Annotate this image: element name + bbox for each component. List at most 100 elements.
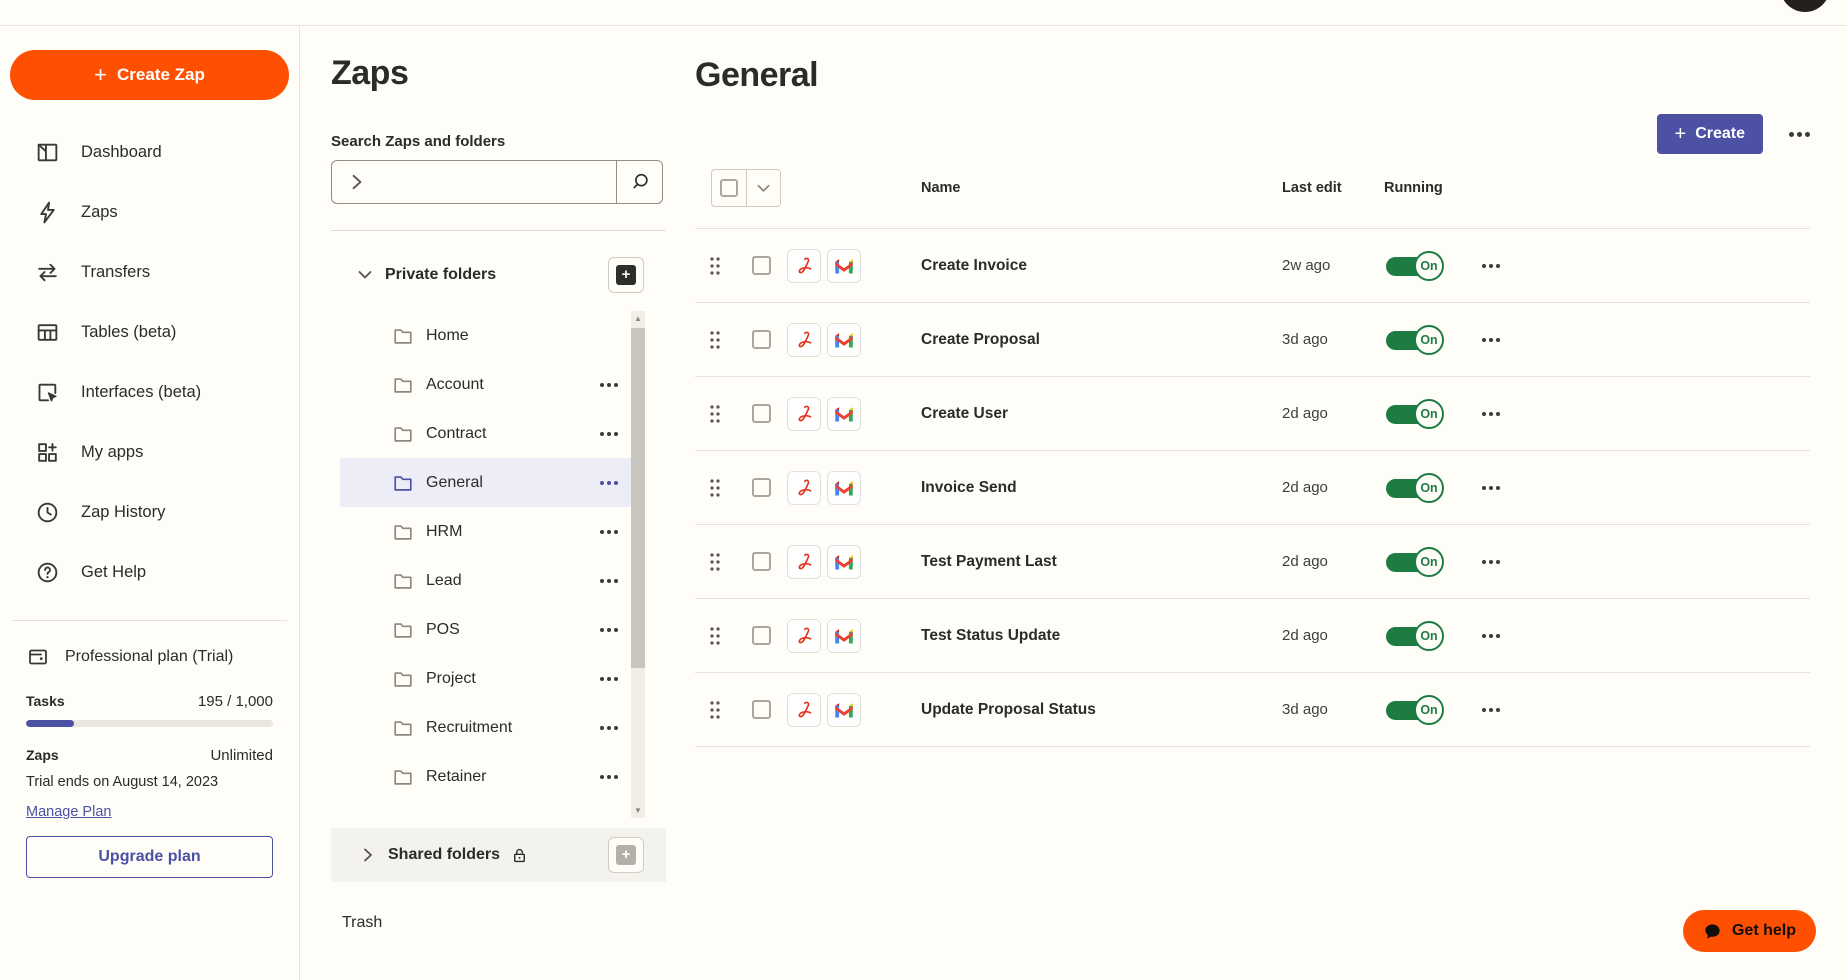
folder-item-contract[interactable]: Contract: [340, 409, 632, 458]
shared-folders-header[interactable]: Shared folders +: [331, 828, 666, 882]
folder-item-recruitment[interactable]: Recruitment: [340, 703, 632, 752]
scroll-down-arrow[interactable]: ▼: [631, 806, 645, 815]
row-checkbox[interactable]: [751, 330, 771, 349]
folder-scrollbar[interactable]: ▲ ▼: [631, 311, 645, 818]
folder-menu-dots[interactable]: [600, 431, 618, 436]
add-shared-folder-button[interactable]: +: [608, 837, 644, 873]
drag-handle-icon[interactable]: [708, 625, 722, 647]
folder-item-project[interactable]: Project: [340, 654, 632, 703]
row-checkbox[interactable]: [751, 700, 771, 719]
running-toggle[interactable]: On: [1386, 546, 1444, 577]
folder-item-lead[interactable]: Lead: [340, 556, 632, 605]
folder-item-retention[interactable]: Retention: [340, 801, 632, 819]
zap-row[interactable]: Create Proposal 3d ago On: [695, 303, 1810, 377]
drag-handle-icon[interactable]: [708, 255, 722, 277]
folder-menu-dots[interactable]: [600, 676, 618, 681]
running-toggle[interactable]: On: [1386, 694, 1444, 725]
running-toggle[interactable]: On: [1386, 324, 1444, 355]
row-checkbox[interactable]: [751, 626, 771, 645]
add-private-folder-button[interactable]: +: [608, 257, 644, 293]
drag-handle-icon[interactable]: [708, 329, 722, 351]
zap-name-link[interactable]: Test Payment Last: [921, 553, 1257, 571]
column-header-running[interactable]: Running: [1384, 180, 1474, 196]
folder-menu-dots[interactable]: [600, 774, 618, 779]
folder-actions-menu[interactable]: [1789, 131, 1810, 137]
zap-menu-dots[interactable]: [1474, 337, 1810, 342]
select-all-checkbox[interactable]: [712, 170, 746, 206]
folder-menu-dots[interactable]: [600, 382, 618, 387]
search-button[interactable]: [616, 161, 662, 203]
zap-menu-dots[interactable]: [1474, 411, 1810, 416]
drag-handle-icon[interactable]: [708, 403, 722, 425]
user-avatar[interactable]: [1780, 0, 1830, 12]
drag-handle-icon[interactable]: [708, 699, 722, 721]
running-toggle[interactable]: On: [1386, 250, 1444, 281]
zap-row[interactable]: Update Proposal Status 3d ago On: [695, 673, 1810, 747]
upgrade-plan-button[interactable]: Upgrade plan: [26, 836, 273, 878]
zap-name-link[interactable]: Create Proposal: [921, 331, 1257, 349]
running-toggle[interactable]: On: [1386, 472, 1444, 503]
zap-row[interactable]: Create User 2d ago On: [695, 377, 1810, 451]
zap-name-link[interactable]: Update Proposal Status: [921, 701, 1257, 719]
zap-name-link[interactable]: Test Status Update: [921, 627, 1257, 645]
search-input[interactable]: [366, 161, 616, 203]
drag-handle-icon[interactable]: [708, 477, 722, 499]
chevron-down-icon[interactable]: [357, 267, 373, 283]
sidebar-item-interfaces[interactable]: Interfaces (beta): [0, 362, 299, 422]
folder-name: Recruitment: [426, 718, 513, 736]
scrollbar-thumb[interactable]: [631, 328, 645, 668]
select-menu-chevron[interactable]: [745, 170, 780, 206]
folder-menu-dots[interactable]: [600, 529, 618, 534]
folder-menu-dots[interactable]: [600, 578, 618, 583]
get-help-button[interactable]: Get help: [1682, 910, 1816, 952]
zap-menu-dots[interactable]: [1474, 633, 1810, 638]
scroll-up-arrow[interactable]: ▲: [631, 314, 645, 323]
folder-item-hrm[interactable]: HRM: [340, 507, 632, 556]
folder-item-pos[interactable]: POS: [340, 605, 632, 654]
running-toggle[interactable]: On: [1386, 398, 1444, 429]
gmail-icon: [827, 248, 861, 283]
sidebar-item-tables[interactable]: Tables (beta): [0, 302, 299, 362]
column-header-name[interactable]: Name: [921, 180, 1257, 196]
zap-name-link[interactable]: Invoice Send: [921, 479, 1257, 497]
zap-row[interactable]: Create Invoice 2w ago On: [695, 229, 1810, 303]
sidebar-item-my-apps[interactable]: My apps: [0, 422, 299, 482]
folder-item-general[interactable]: General: [340, 458, 632, 507]
folder-icon: [392, 668, 414, 690]
sidebar-item-dashboard[interactable]: Dashboard: [0, 122, 299, 182]
column-header-last-edit[interactable]: Last edit: [1257, 180, 1384, 196]
sidebar-item-transfers[interactable]: Transfers: [0, 242, 299, 302]
folder-menu-dots[interactable]: [600, 627, 618, 632]
folder-item-account[interactable]: Account: [340, 360, 632, 409]
drag-handle-icon[interactable]: [708, 551, 722, 573]
running-toggle[interactable]: On: [1386, 620, 1444, 651]
row-checkbox[interactable]: [751, 478, 771, 497]
private-folders-header[interactable]: Private folders +: [331, 253, 666, 297]
folder-name: Retainer: [426, 767, 487, 785]
zap-menu-dots[interactable]: [1474, 559, 1810, 564]
zap-name-link[interactable]: Create User: [921, 405, 1257, 423]
zap-menu-dots[interactable]: [1474, 707, 1810, 712]
row-checkbox[interactable]: [751, 256, 771, 275]
zap-row[interactable]: Test Payment Last 2d ago On: [695, 525, 1810, 599]
trash-link[interactable]: Trash: [331, 914, 666, 932]
create-button[interactable]: + Create: [1656, 114, 1763, 154]
chevron-right-icon[interactable]: [360, 847, 376, 863]
folder-menu-dots[interactable]: [600, 480, 618, 485]
folder-item-home[interactable]: Home: [340, 311, 632, 360]
folder-item-retainer[interactable]: Retainer: [340, 752, 632, 801]
zap-name-link[interactable]: Create Invoice: [921, 257, 1257, 275]
sidebar-item-get-help[interactable]: Get Help: [0, 542, 299, 602]
zap-menu-dots[interactable]: [1474, 485, 1810, 490]
create-zap-button[interactable]: + Create Zap: [10, 50, 289, 100]
sidebar-item-zap-history[interactable]: Zap History: [0, 482, 299, 542]
manage-plan-link[interactable]: Manage Plan: [26, 804, 111, 820]
zap-menu-dots[interactable]: [1474, 263, 1810, 268]
sidebar-item-zaps[interactable]: Zaps: [0, 182, 299, 242]
zap-row[interactable]: Invoice Send 2d ago On: [695, 451, 1810, 525]
zaps-icon: [35, 200, 60, 225]
row-checkbox[interactable]: [751, 552, 771, 571]
folder-menu-dots[interactable]: [600, 725, 618, 730]
zap-row[interactable]: Test Status Update 2d ago On: [695, 599, 1810, 673]
row-checkbox[interactable]: [751, 404, 771, 423]
